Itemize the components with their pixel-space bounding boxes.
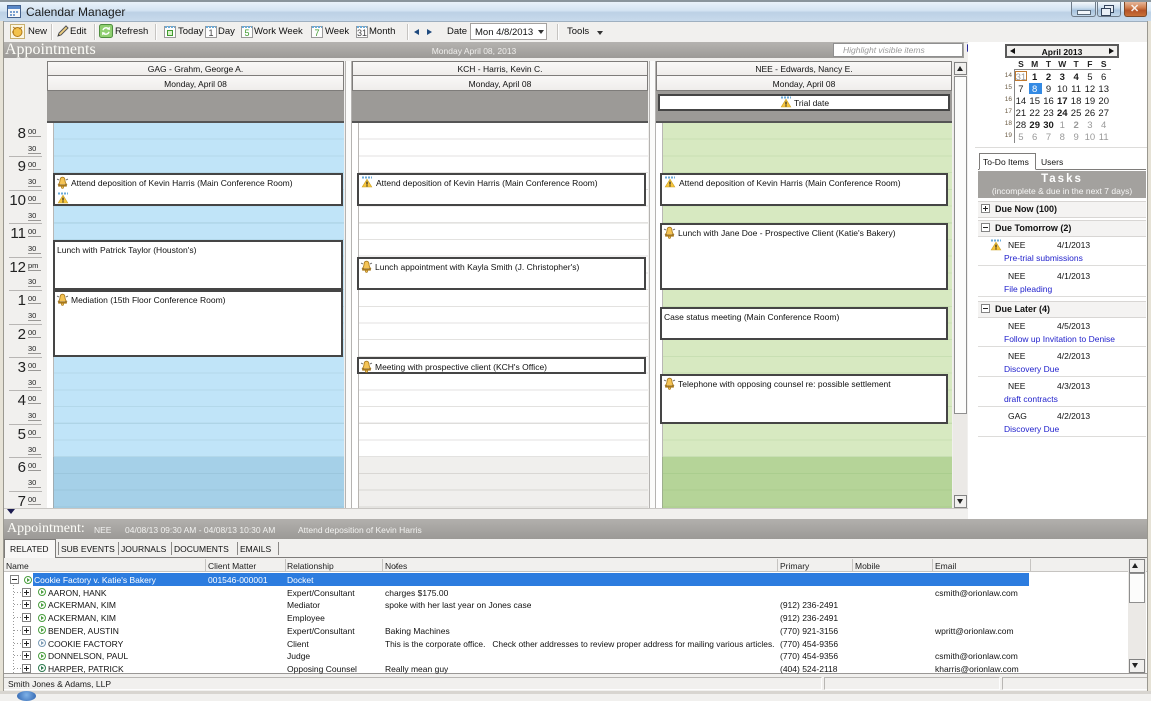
- svg-text:1: 1: [208, 28, 213, 38]
- svg-text:5: 5: [244, 28, 249, 38]
- svg-text:7: 7: [314, 28, 319, 38]
- svg-text:31: 31: [357, 28, 367, 38]
